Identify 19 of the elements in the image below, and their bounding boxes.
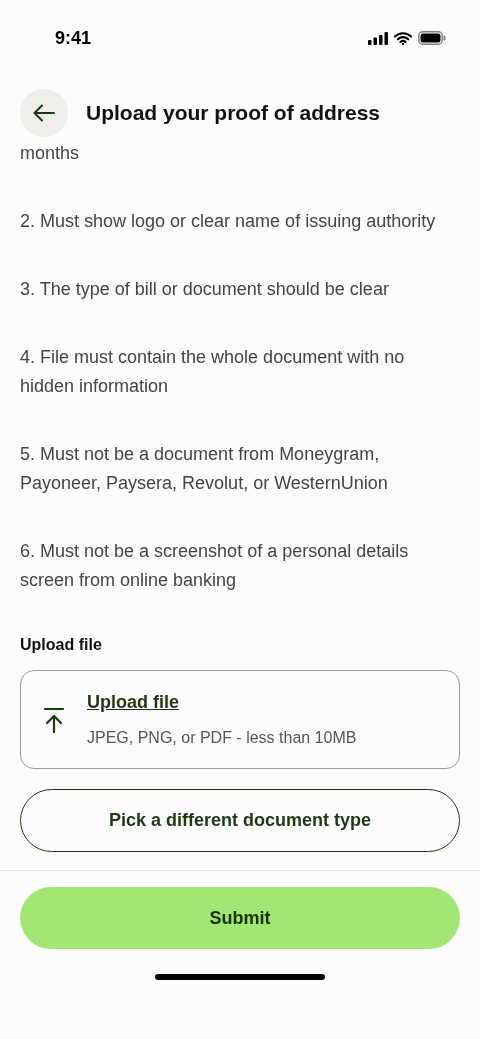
upload-file-link[interactable]: Upload file [87, 689, 357, 716]
submit-button[interactable]: Submit [20, 887, 460, 949]
back-button[interactable] [20, 89, 68, 137]
upload-icon [43, 706, 65, 733]
status-time: 9:41 [55, 26, 92, 50]
requirement-text: 6. Must not be a screenshot of a personal details screen from online banking [20, 540, 410, 592]
requirement-text: 4. File must contain the whole document with no hidden information [20, 346, 406, 398]
back-arrow-icon [33, 104, 55, 122]
signal-icon [368, 31, 388, 45]
upload-hint: JPEG, PNG, or PDF - less than 10MB [87, 728, 357, 748]
requirement-text: 5. Must not be a document from Moneygram, Payoneer, Paysera, Revolut, or WesternUnion [20, 443, 389, 495]
upload-card[interactable]: Upload file JPEG, PNG, or PDF - less than 10MB [20, 670, 460, 769]
requirement-text: 3. The type of bill or document should be clear [20, 278, 390, 301]
battery-icon [418, 31, 446, 45]
page-title: Upload your proof of address [86, 100, 381, 127]
wifi-icon [394, 31, 412, 45]
requirement-text: months [20, 142, 81, 165]
requirement-text: 2. Must show logo or clear name of issuing authority [20, 210, 437, 233]
upload-label: Upload file [20, 635, 103, 655]
